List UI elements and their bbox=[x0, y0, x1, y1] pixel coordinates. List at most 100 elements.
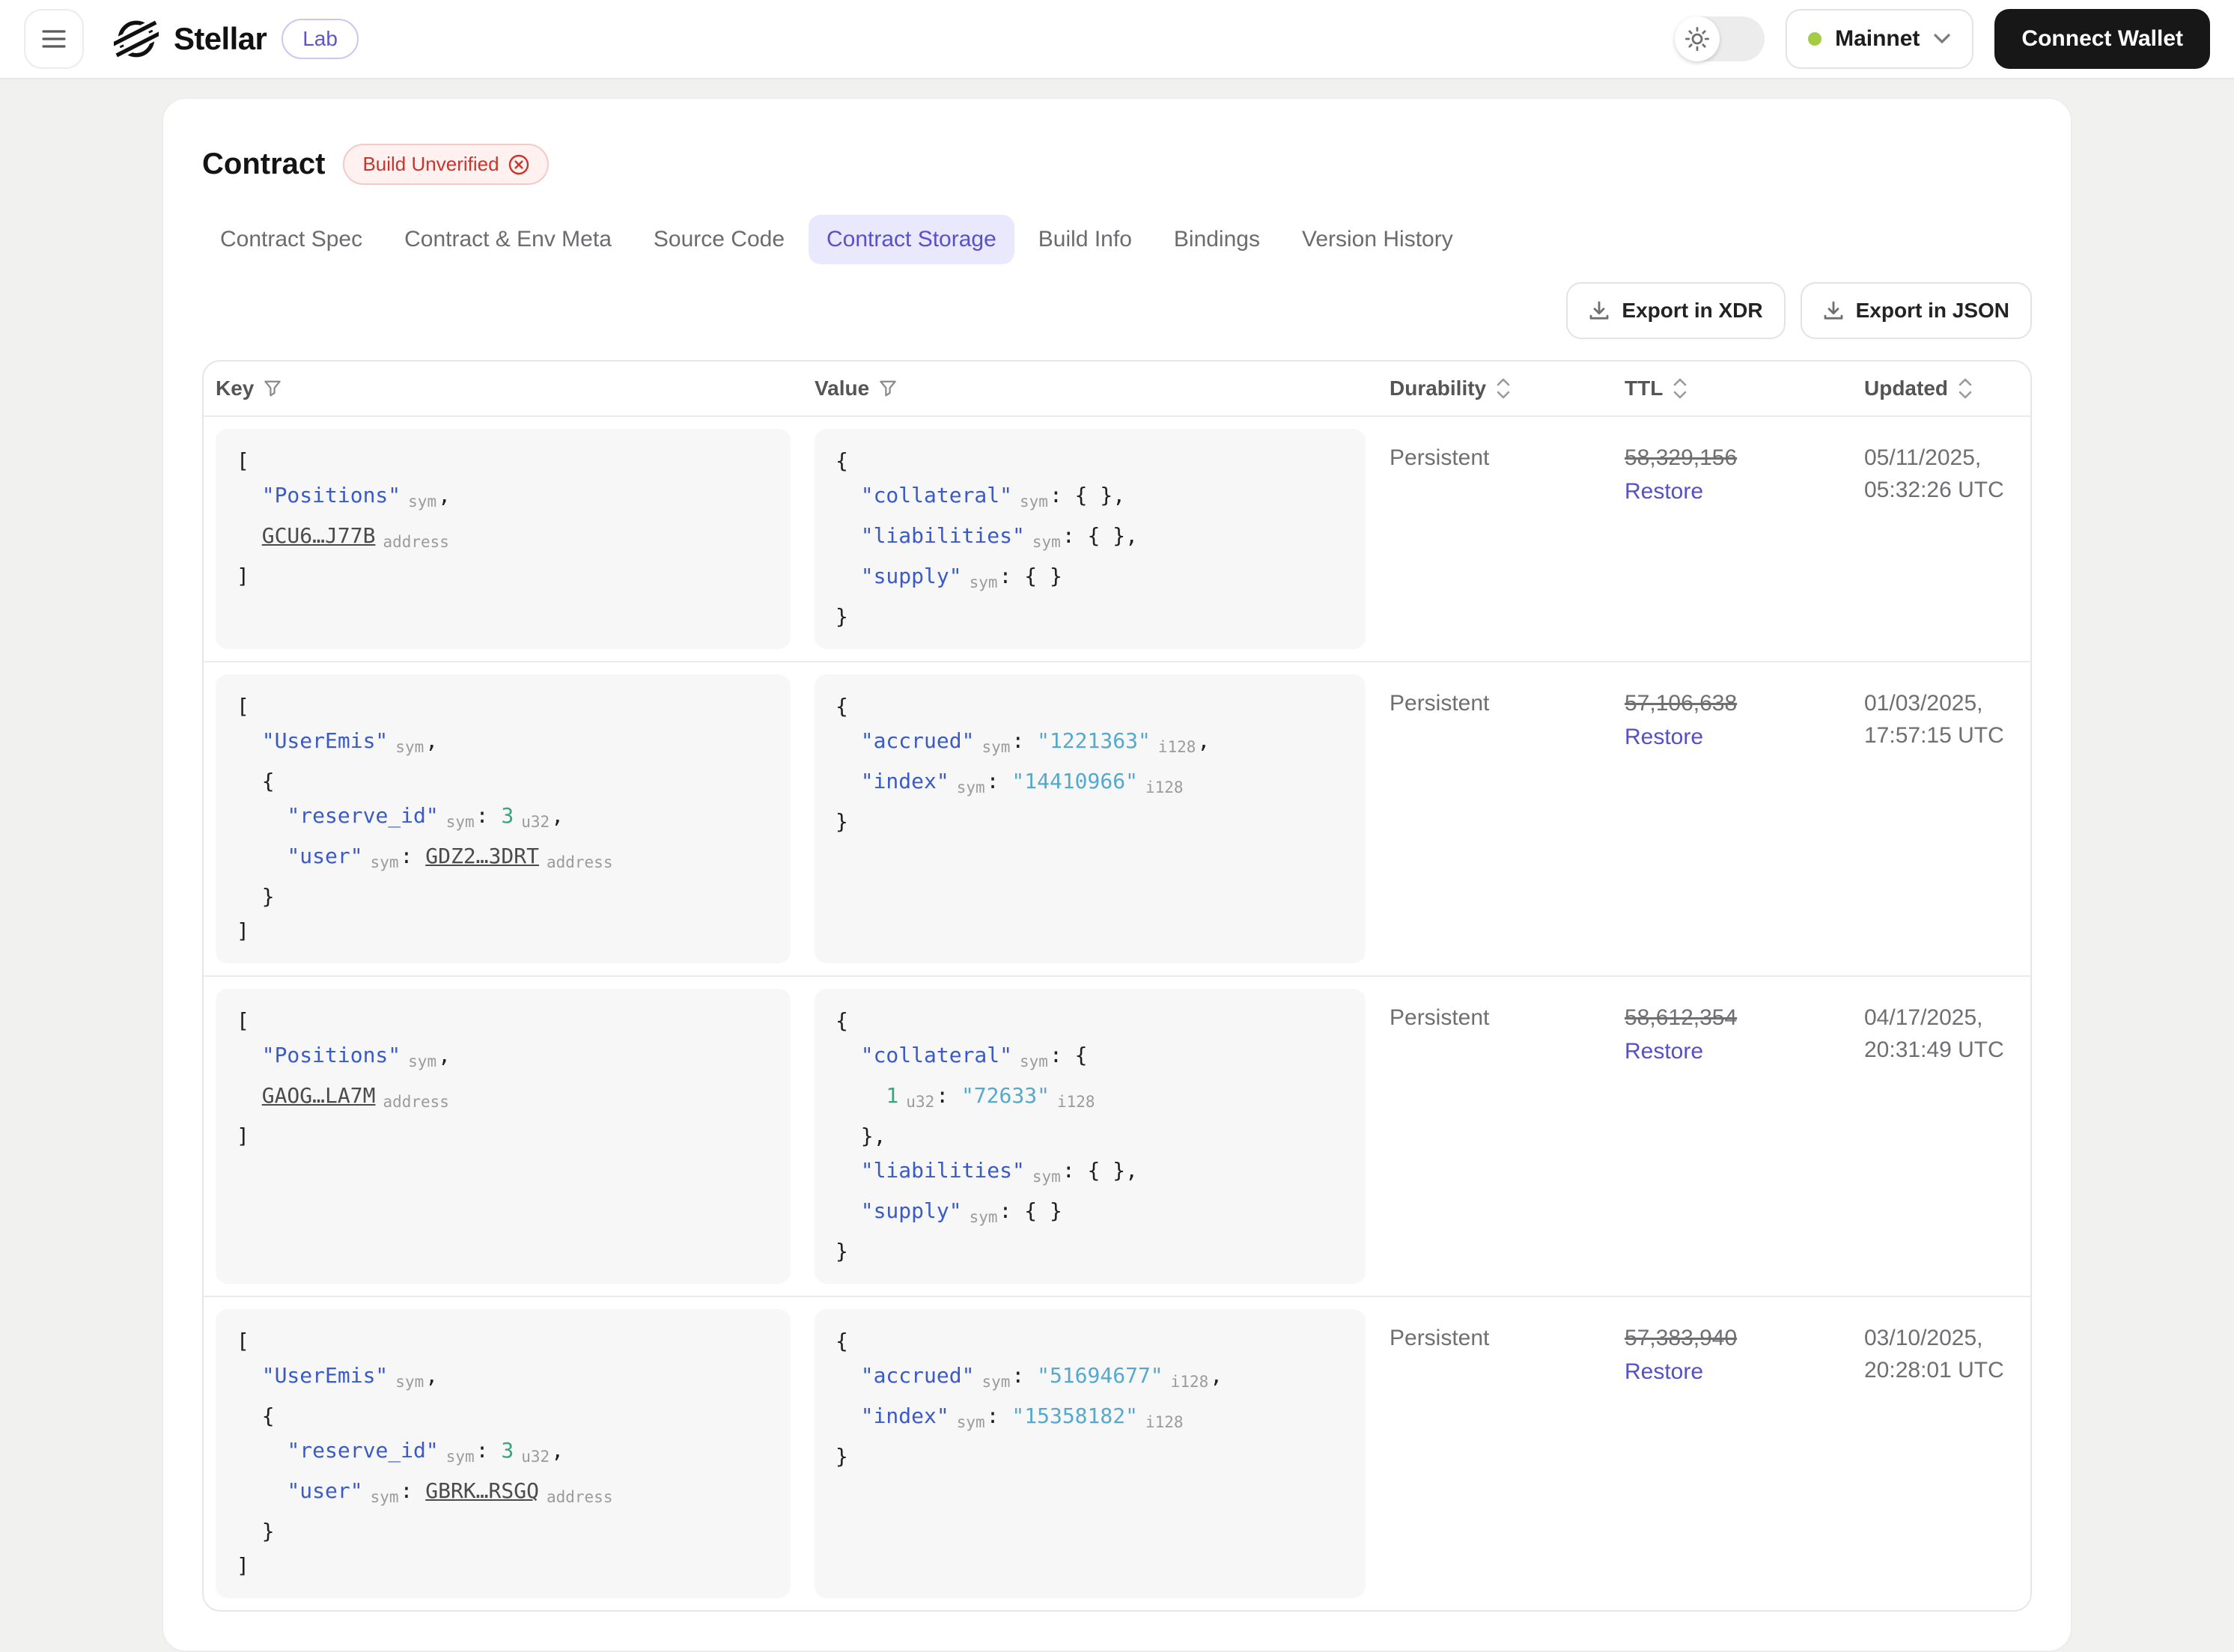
filter-icon[interactable] bbox=[263, 379, 282, 398]
export-json-label: Export in JSON bbox=[1855, 299, 2009, 322]
storage-table-header: Key Value Durability TTL Updated bbox=[204, 362, 2030, 415]
topbar: Stellar Lab Mainnet Connect Wallet bbox=[0, 0, 2234, 79]
type-label: i128 bbox=[1157, 738, 1196, 756]
export-xdr-button[interactable]: Export in XDR bbox=[1566, 282, 1786, 339]
download-icon bbox=[1823, 300, 1844, 321]
key-cell: [ "UserEmis" sym, { "reserve_id" sym: 3 u32… bbox=[204, 1297, 803, 1610]
type-label: sym bbox=[395, 738, 424, 756]
value-cell: { "collateral" sym: { 1 u32: "72633" i128 }… bbox=[803, 977, 1378, 1296]
type-label: sym bbox=[1032, 1168, 1061, 1186]
brand[interactable]: Stellar Lab bbox=[114, 16, 359, 61]
durability-cell: Persistent bbox=[1390, 1005, 1490, 1030]
tab-bindings[interactable]: Bindings bbox=[1156, 215, 1278, 264]
value-cell: { "accrued" sym: "1221363" i128, "index" sy… bbox=[803, 662, 1378, 975]
page-title: Contract bbox=[202, 147, 326, 180]
storage-row: [ "Positions" sym, GAOG…LA7M address]{ "co… bbox=[204, 975, 2030, 1296]
updated-line: 20:31:49 UTC bbox=[1864, 1037, 2004, 1062]
value-cell: { "collateral" sym: { }, "liabilities" sym… bbox=[803, 417, 1378, 661]
key-code-block: [ "Positions" sym, GAOG…LA7M address] bbox=[216, 989, 791, 1284]
storage-table-body: [ "Positions" sym, GCU6…J77B address]{ "co… bbox=[204, 415, 2030, 1610]
type-label: sym bbox=[1020, 493, 1048, 510]
type-label: sym bbox=[969, 1208, 998, 1226]
type-label: sym bbox=[370, 1488, 399, 1506]
type-label: i128 bbox=[1170, 1373, 1209, 1391]
value-code-block: { "accrued" sym: "1221363" i128, "index" sy… bbox=[815, 674, 1366, 963]
restore-link[interactable]: Restore bbox=[1625, 1036, 1703, 1068]
updated-cell: 04/17/2025, 20:31:49 UTC bbox=[1852, 977, 2030, 1296]
tab-contract-spec[interactable]: Contract Spec bbox=[202, 215, 380, 264]
address-link[interactable]: GBRK…RSGQ bbox=[425, 1478, 539, 1503]
type-label: sym bbox=[969, 573, 998, 591]
contract-tabs: Contract Spec Contract & Env Meta Source C… bbox=[202, 215, 2032, 264]
export-json-button[interactable]: Export in JSON bbox=[1800, 282, 2032, 339]
tab-build-info[interactable]: Build Info bbox=[1020, 215, 1150, 264]
type-label: i128 bbox=[1056, 1093, 1095, 1111]
ttl-cell: 58,612,354 Restore bbox=[1613, 977, 1852, 1296]
column-label: Durability bbox=[1390, 377, 1487, 400]
ttl-value: 58,612,354 bbox=[1625, 1005, 1738, 1030]
restore-link[interactable]: Restore bbox=[1625, 476, 1703, 508]
type-label: sym bbox=[1032, 533, 1061, 551]
chevron-down-icon bbox=[1933, 33, 1951, 45]
sort-icon[interactable] bbox=[1495, 378, 1512, 399]
column-header-updated[interactable]: Updated bbox=[1852, 362, 2030, 415]
network-label: Mainnet bbox=[1835, 26, 1920, 51]
ttl-value: 57,106,638 bbox=[1625, 691, 1738, 716]
sun-icon bbox=[1685, 27, 1710, 51]
ttl-cell: 57,106,638 Restore bbox=[1613, 662, 1852, 975]
tab-source-code[interactable]: Source Code bbox=[636, 215, 803, 264]
address-link[interactable]: GAOG…LA7M bbox=[262, 1083, 376, 1108]
address-link[interactable]: GDZ2…3DRT bbox=[425, 844, 539, 868]
ttl-cell: 58,329,156 Restore bbox=[1613, 417, 1852, 661]
network-status-dot bbox=[1808, 32, 1822, 46]
type-label: address bbox=[383, 1093, 449, 1111]
type-label: u32 bbox=[521, 1448, 550, 1466]
type-label: sym bbox=[408, 493, 437, 510]
tab-contract-env-meta[interactable]: Contract & Env Meta bbox=[386, 215, 630, 264]
type-label: sym bbox=[1020, 1052, 1048, 1070]
column-label: Key bbox=[216, 377, 255, 400]
export-xdr-label: Export in XDR bbox=[1622, 299, 1763, 322]
network-selector[interactable]: Mainnet bbox=[1786, 9, 1974, 69]
column-header-ttl[interactable]: TTL bbox=[1613, 362, 1852, 415]
filter-icon[interactable] bbox=[878, 379, 898, 398]
value-code-block: { "collateral" sym: { 1 u32: "72633" i128 }… bbox=[815, 989, 1366, 1284]
storage-row: [ "Positions" sym, GCU6…J77B address]{ "co… bbox=[204, 415, 2030, 661]
type-label: address bbox=[546, 853, 613, 871]
type-label: sym bbox=[956, 778, 985, 796]
key-cell: [ "UserEmis" sym, { "reserve_id" sym: 3 u32… bbox=[204, 662, 803, 975]
column-header-durability[interactable]: Durability bbox=[1378, 362, 1613, 415]
column-label: TTL bbox=[1625, 377, 1664, 400]
address-link[interactable]: GCU6…J77B bbox=[262, 523, 376, 548]
ttl-cell: 57,383,940 Restore bbox=[1613, 1297, 1852, 1610]
tab-contract-storage[interactable]: Contract Storage bbox=[809, 215, 1014, 264]
column-header-value[interactable]: Value bbox=[803, 362, 1378, 415]
storage-row: [ "UserEmis" sym, { "reserve_id" sym: 3 u32… bbox=[204, 1296, 2030, 1610]
storage-row: [ "UserEmis" sym, { "reserve_id" sym: 3 u32… bbox=[204, 661, 2030, 975]
theme-toggle[interactable] bbox=[1675, 16, 1765, 61]
menu-button[interactable] bbox=[24, 9, 84, 69]
type-label: u32 bbox=[521, 813, 550, 831]
tab-version-history[interactable]: Version History bbox=[1284, 215, 1471, 264]
sort-icon[interactable] bbox=[1957, 378, 1973, 399]
updated-line: 17:57:15 UTC bbox=[1864, 722, 2004, 748]
type-label: sym bbox=[408, 1052, 437, 1070]
column-header-key[interactable]: Key bbox=[204, 362, 803, 415]
updated-line: 01/03/2025, bbox=[1864, 691, 1983, 716]
value-code-block: { "collateral" sym: { }, "liabilities" sym… bbox=[815, 429, 1366, 649]
close-circle-icon[interactable] bbox=[508, 154, 529, 175]
durability-cell: Persistent bbox=[1390, 445, 1490, 470]
key-cell: [ "Positions" sym, GAOG…LA7M address] bbox=[204, 977, 803, 1296]
type-label: sym bbox=[981, 1373, 1011, 1391]
connect-wallet-button[interactable]: Connect Wallet bbox=[1994, 9, 2210, 69]
value-cell: { "accrued" sym: "51694677" i128, "index" s… bbox=[803, 1297, 1378, 1610]
key-code-block: [ "UserEmis" sym, { "reserve_id" sym: 3 u32… bbox=[216, 674, 791, 963]
type-label: sym bbox=[370, 853, 399, 871]
build-unverified-badge: Build Unverified bbox=[343, 144, 549, 185]
type-label: sym bbox=[445, 1448, 475, 1466]
sort-icon[interactable] bbox=[1672, 378, 1688, 399]
updated-line: 03/10/2025, bbox=[1864, 1326, 1983, 1350]
column-label: Value bbox=[815, 377, 870, 400]
ttl-value: 57,383,940 bbox=[1625, 1326, 1738, 1350]
restore-link[interactable]: Restore bbox=[1625, 722, 1703, 754]
